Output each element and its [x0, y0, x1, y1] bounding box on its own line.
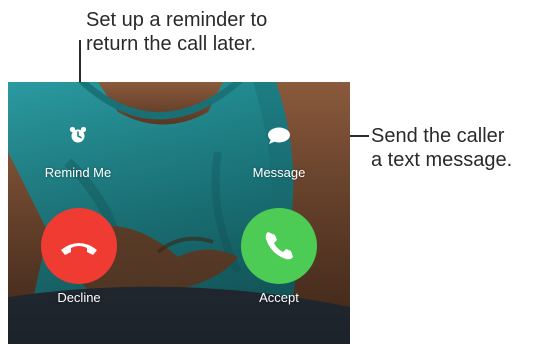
- reminder-callout-line1: Set up a reminder to: [86, 9, 268, 31]
- accept-circle[interactable]: [241, 208, 317, 284]
- alarm-clock-icon: [69, 126, 87, 143]
- remind-me-label: Remind Me: [44, 165, 112, 180]
- reminder-callout-line2: return the call later.: [86, 33, 257, 55]
- reminder-callout: Set up a reminder to return the call lat…: [86, 8, 267, 56]
- speech-bubble-icon: [268, 127, 290, 144]
- incoming-call-screen: Remind Me Message Decline Accept: [8, 82, 350, 344]
- accept-label: Accept: [259, 290, 299, 305]
- phone-hangup-icon: [61, 243, 97, 255]
- message-callout-line1: Send the caller: [371, 125, 505, 147]
- decline-circle[interactable]: [41, 208, 117, 284]
- phone-icon: [265, 232, 293, 260]
- message-callout: Send the caller a text message.: [371, 124, 512, 172]
- message-label: Message: [252, 165, 306, 180]
- decline-label: Decline: [57, 290, 101, 305]
- message-callout-line2: a text message.: [371, 149, 513, 171]
